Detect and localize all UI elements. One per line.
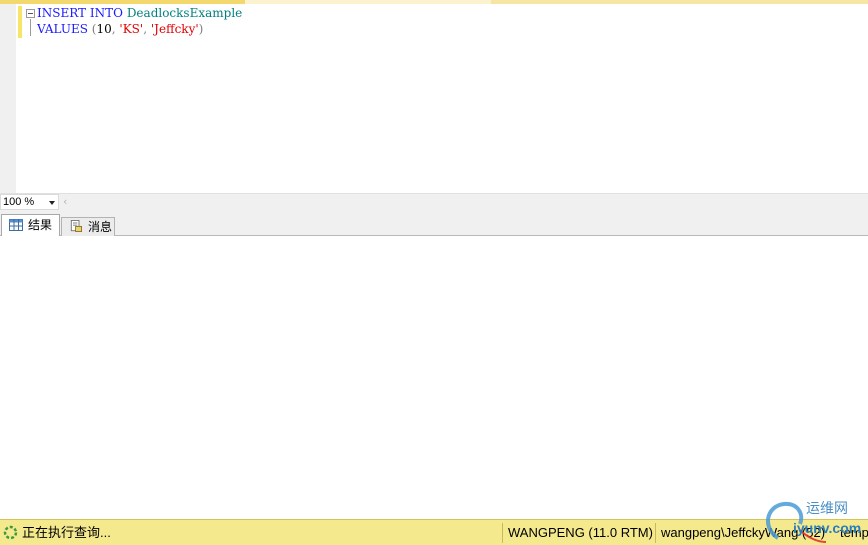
fold-guide	[30, 19, 31, 36]
zoom-dropdown[interactable]: 100 %	[0, 194, 59, 210]
results-pane[interactable]	[0, 236, 868, 519]
change-marker	[18, 6, 22, 22]
status-bar: 正在执行查询... WANGPENG (11.0 RTM) wangpeng\J…	[0, 519, 868, 545]
tab-results[interactable]: 结果	[1, 214, 60, 236]
comma: ,	[111, 22, 116, 36]
query-editor[interactable]: INSERT INTO DeadlocksExample VALUES (10,…	[0, 4, 868, 193]
keyword-into: INTO	[89, 6, 123, 20]
results-tab-bar: 结果 消息	[0, 210, 868, 236]
value-string-2: 'Jeffcky'	[150, 22, 199, 36]
watermark-text-top: 运维网	[806, 501, 848, 517]
editor-gutter	[0, 4, 16, 193]
chevron-down-icon[interactable]	[49, 201, 55, 205]
status-message: 正在执行查询...	[22, 525, 111, 540]
zoom-bar: 100 % ‹	[0, 193, 868, 210]
keyword-insert: INSERT	[37, 6, 87, 20]
grid-icon	[9, 219, 23, 231]
value-string-1: 'KS'	[119, 22, 144, 36]
status-divider	[655, 523, 656, 543]
code-line-2[interactable]: VALUES (10, 'KS', 'Jeffcky')	[37, 21, 203, 37]
scroll-left-icon[interactable]: ‹	[63, 195, 67, 209]
code-line-1[interactable]: INSERT INTO DeadlocksExample	[37, 5, 242, 21]
collapse-icon[interactable]	[26, 9, 35, 18]
tab-messages[interactable]: 消息	[61, 217, 115, 236]
tab-messages-label: 消息	[88, 220, 113, 234]
watermark-text-bottom: iyunv.com	[793, 520, 862, 536]
status-divider	[502, 523, 503, 543]
keyword-values: VALUES	[37, 22, 88, 36]
comma: ,	[143, 22, 148, 36]
close-paren: )	[198, 22, 204, 36]
table-name: DeadlocksExample	[126, 6, 243, 20]
executing-spinner-icon	[3, 525, 18, 540]
messages-icon	[70, 220, 82, 232]
change-marker	[18, 22, 22, 38]
tab-results-label: 结果	[28, 218, 53, 232]
value-number: 10	[96, 22, 112, 36]
status-server: WANGPENG (11.0 RTM)	[508, 525, 653, 540]
zoom-value: 100 %	[3, 196, 35, 208]
